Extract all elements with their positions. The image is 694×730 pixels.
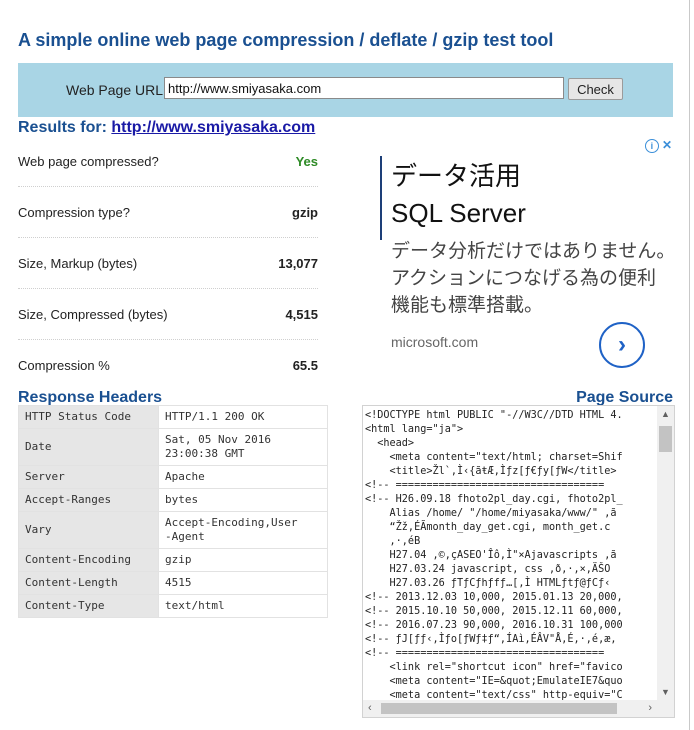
source-line: <html lang="ja"> bbox=[365, 424, 464, 435]
summary-row-compressed-size: Size, Compressed (bytes) 4,515 bbox=[18, 289, 318, 340]
summary-key: Size, Markup (bytes) bbox=[18, 256, 138, 271]
response-headers-table: HTTP Status Code HTTP/1.1 200 OK Date Sat, … bbox=[18, 405, 328, 618]
url-form: Web Page URL: Check bbox=[18, 63, 673, 117]
source-line: H27.03.26 ƒTƒCƒhƒfƒ…[,Ì HTMLƒtƒ@ƒCƒ‹ bbox=[365, 578, 611, 589]
source-line: Alias /home/ "/home/miyasaka/www/" ,ã bbox=[365, 508, 617, 519]
horizontal-scroll-thumb[interactable] bbox=[381, 703, 617, 714]
source-line: <title>Žl`‚Ì‹{ãŧÆ,Ìƒz[ƒ€ƒy[ƒW</title> bbox=[365, 466, 617, 477]
summary-key: Web page compressed? bbox=[18, 154, 159, 169]
header-value: Accept-Encoding,User -Agent bbox=[158, 511, 328, 549]
header-value: 4515 bbox=[158, 571, 328, 595]
page-source-viewer[interactable]: <!DOCTYPE html PUBLIC "-//W3C//DTD HTML … bbox=[362, 405, 675, 718]
ad-subheadline: SQL Server bbox=[391, 198, 526, 228]
source-line: “Žž,ÉÃmonth_day_get.cgi, month_get.c bbox=[365, 522, 611, 533]
header-key: Vary bbox=[18, 511, 159, 549]
ad-accent-bar bbox=[380, 156, 382, 240]
source-line: <link rel="shortcut icon" href="favico bbox=[365, 662, 623, 673]
summary-key: Size, Compressed (bytes) bbox=[18, 307, 168, 322]
summary-value: 65.5 bbox=[292, 358, 318, 373]
ad-close-icon[interactable]: ✕ bbox=[662, 138, 672, 152]
header-row: Content-Encoding gzip bbox=[18, 548, 328, 572]
ad-body-line: 機能も標準搭載。 bbox=[391, 295, 544, 316]
source-line: <!-- 2016.07.23 90,000, 2016.10.31 100,0… bbox=[365, 620, 623, 631]
source-line: <!-- 2013.12.03 10,000, 2015.01.13 20,00… bbox=[365, 592, 623, 603]
header-key: Content-Type bbox=[18, 594, 159, 618]
header-row: Vary Accept-Encoding,User -Agent bbox=[18, 511, 328, 549]
compression-summary: Web page compressed? Yes Compression typ… bbox=[18, 136, 318, 390]
window-right-edge bbox=[689, 0, 690, 730]
header-value: text/html bbox=[158, 594, 328, 618]
header-row: HTTP Status Code HTTP/1.1 200 OK bbox=[18, 405, 328, 429]
vertical-scroll-thumb[interactable] bbox=[659, 426, 672, 452]
source-line: <meta content="text/html; charset=Shif bbox=[365, 452, 623, 463]
scroll-right-icon[interactable]: › bbox=[648, 702, 652, 714]
source-line: <!DOCTYPE html PUBLIC "-//W3C//DTD HTML … bbox=[365, 410, 623, 421]
source-line: H27.04 ,©,çASEO'Îô,Ì"×Ajavascripts ,ã bbox=[365, 550, 617, 561]
summary-key: Compression % bbox=[18, 358, 110, 373]
header-value: bytes bbox=[158, 488, 328, 512]
results-heading: Results for: http://www.smiyasaka.com bbox=[18, 119, 315, 137]
header-row: Content-Type text/html bbox=[18, 594, 328, 618]
header-value: Apache bbox=[158, 465, 328, 489]
source-line: <head> bbox=[365, 438, 415, 449]
summary-row-compressed: Web page compressed? Yes bbox=[18, 136, 318, 187]
header-key: Server bbox=[18, 465, 159, 489]
ad-headline: データ活用 bbox=[391, 161, 522, 191]
header-key: Date bbox=[18, 428, 159, 466]
summary-value: 4,515 bbox=[285, 307, 318, 322]
check-button[interactable]: Check bbox=[568, 78, 623, 100]
page-source-code: <!DOCTYPE html PUBLIC "-//W3C//DTD HTML … bbox=[363, 406, 657, 703]
source-line: H27.03.24 javascript, css ,ð,·,×,ÄŠO bbox=[365, 564, 611, 575]
url-label: Web Page URL: bbox=[66, 82, 167, 98]
source-line: <!-- ================================== bbox=[365, 480, 605, 491]
source-line: <meta content="IE=&quot;EmulateIE7&quo bbox=[365, 676, 623, 687]
source-line: <!-- 2015.10.10 50,000, 2015.12.11 60,00… bbox=[365, 606, 623, 617]
ad-body-line: アクションにつなげる為の便利 bbox=[391, 268, 657, 289]
summary-value: Yes bbox=[295, 154, 318, 169]
horizontal-scrollbar[interactable]: ‹ › bbox=[363, 700, 657, 717]
source-line: ,·,éB bbox=[365, 536, 421, 547]
summary-row-type: Compression type? gzip bbox=[18, 187, 318, 238]
source-line: <!-- H26.09.18 fhoto2pl_day.cgi, fhoto2p… bbox=[365, 494, 623, 505]
header-value: Sat, 05 Nov 2016 23:00:38 GMT bbox=[158, 428, 328, 466]
header-key: HTTP Status Code bbox=[18, 405, 159, 429]
header-row: Server Apache bbox=[18, 465, 328, 489]
header-key: Content-Encoding bbox=[18, 548, 159, 572]
summary-value: gzip bbox=[292, 205, 318, 220]
page-title: A simple online web page compression / d… bbox=[18, 30, 554, 50]
summary-row-percent: Compression % 65.5 bbox=[18, 340, 318, 390]
ad-controls: i ✕ bbox=[644, 138, 672, 153]
scroll-left-icon[interactable]: ‹ bbox=[368, 702, 372, 714]
results-label: Results for: bbox=[18, 119, 107, 136]
header-key: Accept-Ranges bbox=[18, 488, 159, 512]
advertisement[interactable]: i ✕ データ活用 SQL Server データ分析だけではありません。 アクショ… bbox=[370, 136, 675, 376]
summary-key: Compression type? bbox=[18, 205, 130, 220]
scroll-up-icon[interactable]: ▲ bbox=[661, 409, 670, 419]
ad-domain: microsoft.com bbox=[391, 334, 479, 350]
chevron-right-icon[interactable]: › bbox=[599, 322, 645, 368]
url-input[interactable] bbox=[164, 77, 564, 99]
summary-value: 13,077 bbox=[278, 256, 318, 271]
summary-row-markup-size: Size, Markup (bytes) 13,077 bbox=[18, 238, 318, 289]
scroll-down-icon[interactable]: ▼ bbox=[661, 687, 670, 697]
header-key: Content-Length bbox=[18, 571, 159, 595]
header-value: HTTP/1.1 200 OK bbox=[158, 405, 328, 429]
vertical-scrollbar[interactable]: ▲ ▼ bbox=[657, 406, 674, 700]
ad-info-icon[interactable]: i bbox=[644, 139, 659, 153]
header-value: gzip bbox=[158, 548, 328, 572]
header-row: Date Sat, 05 Nov 2016 23:00:38 GMT bbox=[18, 428, 328, 466]
header-row: Accept-Ranges bytes bbox=[18, 488, 328, 512]
ad-body-line: データ分析だけではありません。 bbox=[391, 241, 676, 262]
source-line: <!-- ================================== bbox=[365, 648, 605, 659]
ad-body: データ分析だけではありません。 アクションにつなげる為の便利 機能も標準搭載。 bbox=[391, 238, 675, 319]
results-url-link[interactable]: http://www.smiyasaka.com bbox=[111, 119, 315, 136]
header-row: Content-Length 4515 bbox=[18, 571, 328, 595]
scroll-corner bbox=[657, 700, 674, 717]
source-line: <!-- ƒJ[ƒƒ‹,Ìƒo[ƒWƒ‡ƒ“,ÍAì,ÉÂV"Å,É,·,é,æ… bbox=[365, 634, 617, 645]
